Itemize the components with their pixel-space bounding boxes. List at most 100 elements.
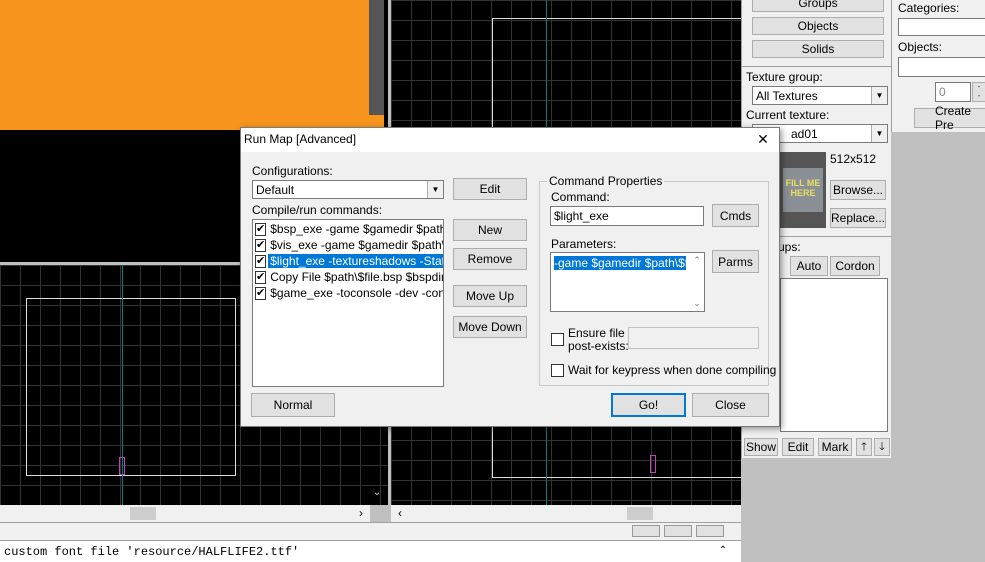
ensure-file-label: Ensure file — [568, 326, 625, 340]
solids-button[interactable]: Solids — [752, 40, 884, 58]
remove-command-button[interactable]: Remove — [453, 248, 527, 270]
cordon-tab[interactable]: Cordon — [830, 256, 880, 276]
command-text: Copy File $path\$file.bsp $bspdir\$file — [270, 270, 443, 284]
command-checkbox[interactable]: ✔ — [255, 254, 267, 268]
ensure-file-input[interactable] — [628, 327, 759, 349]
objects-button[interactable]: Objects — [752, 17, 884, 35]
texture-group-value: All Textures — [756, 89, 818, 103]
edit-visgroup-button[interactable]: Edit — [782, 438, 814, 456]
ensure-file-label-2: post-exists: — [568, 339, 629, 353]
dialog-titlebar: Run Map [Advanced] ✕ — [241, 128, 779, 152]
command-checkbox[interactable]: ✔ — [255, 238, 267, 252]
move-down-button[interactable]: Move Down — [453, 316, 527, 338]
texture-preview: FILL ME HERE — [780, 152, 826, 228]
move-up-button[interactable]: Move Up — [453, 285, 527, 307]
chevron-down-icon[interactable]: ▼ — [871, 87, 887, 104]
configuration-select[interactable]: Default ▼ — [252, 180, 444, 199]
mark-button[interactable]: Mark — [818, 438, 852, 456]
list-item[interactable]: ✔ Copy File $path\$file.bsp $bspdir\$fil… — [253, 269, 443, 285]
replace-button[interactable]: Replace... — [830, 208, 886, 228]
prefab-panel: Categories: Objects: 0 -- Create Pre — [891, 0, 985, 132]
show-button[interactable]: Show — [744, 438, 778, 456]
create-prefab-button[interactable]: Create Pre — [914, 104, 985, 132]
cmds-button[interactable]: Cmds — [712, 204, 759, 227]
command-text: $bsp_exe -game $gamedir $path\$file — [270, 222, 444, 236]
command-properties-label: Command Properties — [547, 174, 665, 188]
parms-button[interactable]: Parms — [712, 250, 759, 273]
console-scroll-up[interactable]: ⌃ — [716, 545, 730, 559]
browse-button[interactable]: Browse... — [830, 180, 886, 200]
entity-marker — [650, 455, 656, 473]
run-map-dialog: Run Map [Advanced] ✕ Configurations: Def… — [240, 127, 780, 427]
command-text: $light_exe -textureshadows -StaticPro — [268, 254, 443, 268]
scroll-left-arrow[interactable]: ‹ — [393, 506, 407, 520]
parameters-value: -game $gamedir $path\$file — [554, 256, 686, 270]
console-tool-button[interactable] — [664, 525, 692, 537]
side-view-hscrollbar[interactable]: › — [0, 505, 370, 522]
close-button[interactable]: Close — [692, 393, 769, 417]
console-tool-button[interactable] — [632, 525, 660, 537]
texture-group-select[interactable]: All Textures ▼ — [752, 86, 888, 105]
list-item[interactable]: ✔ $vis_exe -game $gamedir $path\$file — [253, 237, 443, 253]
current-texture-label: Current texture: — [746, 108, 830, 122]
parameters-label: Parameters: — [551, 237, 617, 251]
dialog-title: Run Map [Advanced] — [244, 132, 357, 146]
spin-arrows[interactable]: -- — [972, 82, 985, 102]
list-item[interactable]: ✔ $game_exe -toconsole -dev -console — [253, 285, 444, 301]
go-button[interactable]: Go! — [611, 393, 686, 417]
wait-keypress-checkbox[interactable] — [551, 364, 564, 377]
categories-select[interactable] — [898, 18, 985, 36]
scroll-up-icon[interactable]: ⌃ — [691, 255, 703, 266]
chevron-down-icon[interactable]: ▼ — [427, 181, 443, 198]
compile-commands-list[interactable]: ✔ $bsp_exe -game $gamedir $path\$file ✔ … — [252, 219, 444, 387]
scroll-down-arrow[interactable]: ⌄ — [370, 487, 384, 501]
wait-keypress-label: Wait for keypress when done compiling — [568, 363, 777, 377]
close-icon[interactable]: ✕ — [753, 131, 773, 149]
scroll-right-arrow[interactable]: › — [354, 506, 368, 520]
current-texture-value: ad01 — [791, 127, 818, 141]
ensure-file-checkbox[interactable] — [551, 333, 564, 346]
normal-mode-button[interactable]: Normal — [251, 393, 335, 417]
entity-marker — [119, 457, 125, 475]
scroll-down-icon[interactable]: ⌄ — [691, 298, 703, 309]
compile-commands-label: Compile/run commands: — [252, 203, 383, 217]
command-checkbox[interactable]: ✔ — [255, 286, 267, 300]
texture-group-label: Texture group: — [746, 70, 823, 84]
prefab-spin-input[interactable]: 0 — [935, 82, 971, 102]
auto-tab[interactable]: Auto — [790, 256, 828, 276]
texture-preview-image: FILL ME HERE — [783, 168, 823, 212]
visgroups-label: ups: — [778, 240, 801, 254]
command-label: Command: — [551, 190, 610, 204]
categories-label: Categories: — [898, 1, 960, 15]
top-view-hscrollbar[interactable]: ‹ — [391, 505, 741, 522]
parameters-textarea[interactable]: -game $gamedir $path\$file ⌃ ⌄ — [550, 252, 705, 312]
console-output: custom font file 'resource/HALFLIFE2.ttf… — [0, 540, 741, 562]
hscroll-thumb[interactable] — [627, 507, 653, 520]
console-line: custom font file 'resource/HALFLIFE2.ttf… — [4, 545, 300, 559]
orange-brush-face — [0, 0, 384, 130]
command-input[interactable]: $light_exe — [550, 206, 704, 226]
list-item[interactable]: ✔ $bsp_exe -game $gamedir $path\$file — [253, 221, 444, 237]
hscroll-thumb[interactable] — [130, 507, 156, 520]
down-arrow-icon[interactable]: 🡓 — [874, 438, 890, 456]
command-text: $vis_exe -game $gamedir $path\$file — [270, 238, 443, 252]
brush-outline — [26, 298, 236, 476]
objects-label: Objects: — [898, 40, 943, 54]
command-checkbox[interactable]: ✔ — [255, 270, 267, 284]
chevron-down-icon[interactable]: ▼ — [871, 125, 887, 142]
configuration-value: Default — [256, 183, 295, 197]
configurations-label: Configurations: — [252, 164, 333, 178]
console-toolbar — [0, 522, 741, 540]
command-checkbox[interactable]: ✔ — [255, 222, 267, 236]
edit-config-button[interactable]: Edit — [453, 178, 527, 200]
list-item-selected[interactable]: ✔ $light_exe -textureshadows -StaticPro — [253, 253, 443, 269]
console-tool-button[interactable] — [696, 525, 724, 537]
command-text: $game_exe -toconsole -dev -console — [270, 286, 444, 300]
visgroups-list[interactable] — [780, 278, 888, 432]
objects-select[interactable] — [898, 57, 985, 77]
new-command-button[interactable]: New — [453, 219, 527, 241]
groups-button[interactable]: Groups — [752, 0, 884, 12]
texture-size: 512x512 — [830, 152, 877, 166]
panel-divider — [742, 66, 892, 67]
up-arrow-icon[interactable]: 🡑 — [856, 438, 872, 456]
